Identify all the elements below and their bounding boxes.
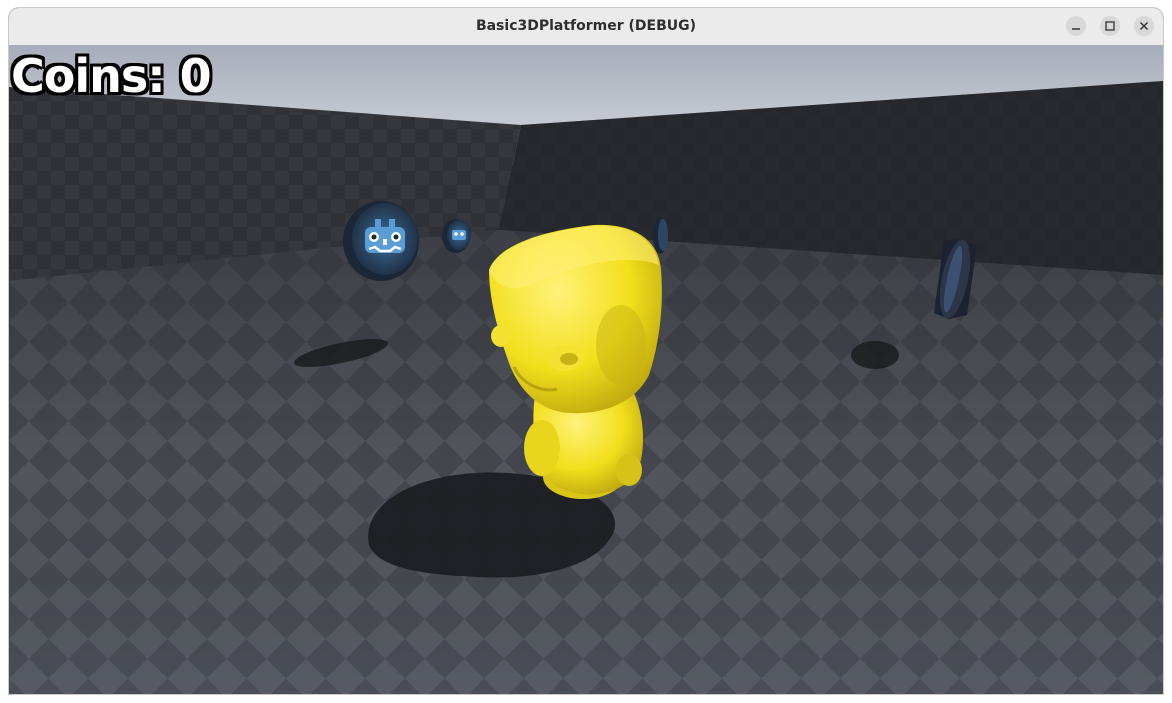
- title-bar[interactable]: Basic3DPlatformer (DEBUG): [9, 8, 1163, 46]
- close-button[interactable]: [1134, 16, 1154, 36]
- minimize-button[interactable]: [1066, 16, 1086, 36]
- coin-shadow: [851, 341, 899, 369]
- coin-1: [343, 201, 419, 281]
- close-icon: [1139, 21, 1149, 31]
- maximize-button[interactable]: [1100, 16, 1120, 36]
- minimize-icon: [1072, 28, 1080, 30]
- game-viewport[interactable]: Coins: 0: [9, 45, 1163, 694]
- window-title: Basic3DPlatformer (DEBUG): [475, 18, 697, 34]
- coins-counter: Coins: 0: [11, 49, 212, 103]
- game-scene: [9, 45, 1163, 694]
- maximize-icon: [1105, 21, 1115, 31]
- game-window: Basic3DPlatformer (DEBUG) Coins: 0: [9, 8, 1163, 694]
